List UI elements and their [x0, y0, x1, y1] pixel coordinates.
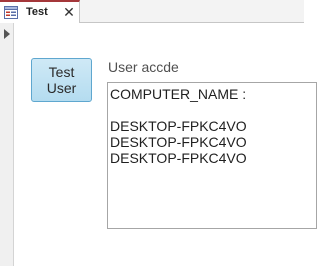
close-icon[interactable]: ✕: [62, 5, 76, 19]
textbox-line: DESKTOP-FPKC4VO: [110, 134, 247, 150]
textbox-line: DESKTOP-FPKC4VO: [110, 150, 247, 166]
textbox-line: COMPUTER_NAME :: [110, 86, 247, 102]
access-form-window: Test ✕ Test User User accde COMPUTER_NAM…: [0, 0, 317, 266]
document-tab-strip: Test ✕: [0, 0, 304, 23]
tab-test[interactable]: Test ✕: [0, 0, 80, 23]
test-user-button[interactable]: Test User: [31, 58, 92, 102]
form-icon: [4, 6, 18, 19]
tab-title: Test: [26, 6, 48, 18]
computer-name-textbox[interactable]: COMPUTER_NAME : DESKTOP-FPKC4VO DESKTOP-…: [107, 82, 317, 229]
textbox-line: DESKTOP-FPKC4VO: [110, 118, 247, 134]
record-selector-bar[interactable]: [0, 23, 14, 266]
record-pointer-icon: [4, 29, 10, 39]
user-accde-label: User accde: [108, 59, 179, 75]
textbox-line: [110, 102, 314, 118]
